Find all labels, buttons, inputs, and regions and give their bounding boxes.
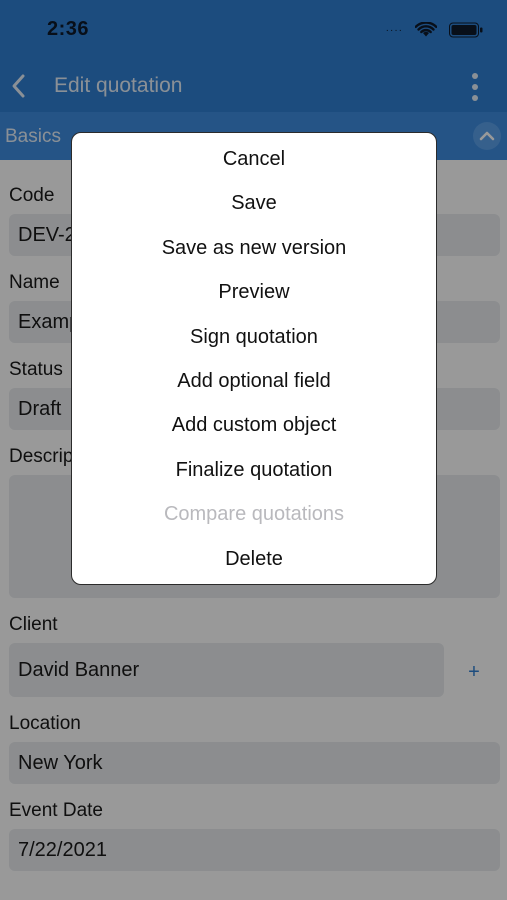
menu-item-compare-quotations: Compare quotations <box>163 503 345 526</box>
action-menu: Cancel Save Save as new version Preview … <box>71 132 437 585</box>
menu-item-sign-quotation[interactable]: Sign quotation <box>72 315 436 359</box>
menu-item-preview[interactable]: Preview <box>72 270 436 314</box>
menu-item-cancel[interactable]: Cancel <box>72 137 436 181</box>
menu-item-finalize-quotation[interactable]: Finalize quotation <box>72 448 436 492</box>
menu-item-delete[interactable]: Delete <box>72 537 436 581</box>
menu-item-add-optional-field[interactable]: Add optional field <box>72 359 436 403</box>
menu-item-save-as-new-version[interactable]: Save as new version <box>72 226 436 270</box>
menu-item-add-custom-object[interactable]: Add custom object <box>72 403 436 447</box>
menu-item-save[interactable]: Save <box>72 181 436 225</box>
